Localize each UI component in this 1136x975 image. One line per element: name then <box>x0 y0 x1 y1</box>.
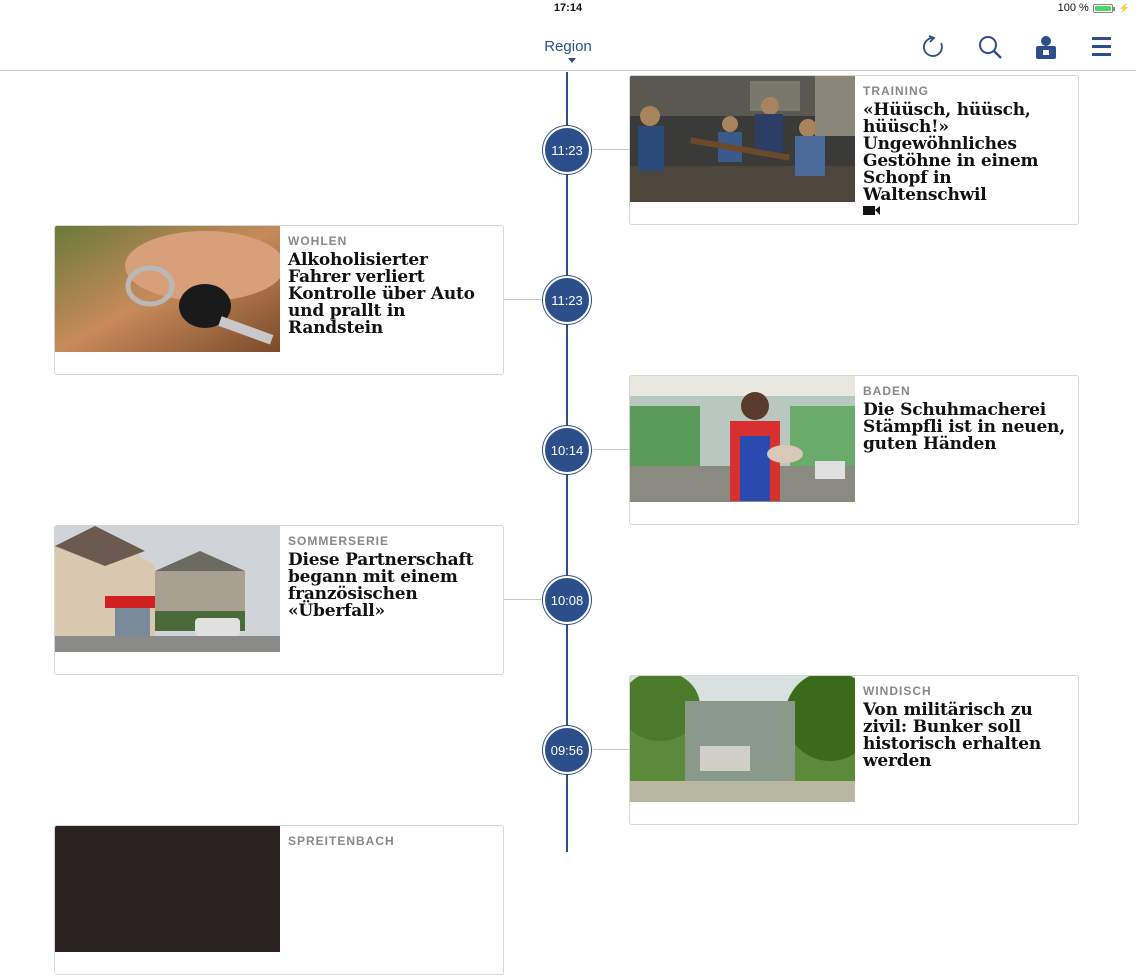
article-card[interactable]: WINDISCH Von militärisch zu zivil: Bunke… <box>629 675 1079 825</box>
video-icon <box>863 203 881 221</box>
charging-icon: ⚡ <box>1118 2 1130 13</box>
nav-bar: Region <box>0 18 1136 71</box>
article-card[interactable]: SPREITENBACH <box>54 825 504 975</box>
article-image <box>55 826 280 952</box>
time-marker: 10:08 <box>543 576 591 624</box>
article-category: SOMMERSERIE <box>288 534 390 548</box>
article-category: BADEN <box>863 384 911 398</box>
article-category: TRAINING <box>863 84 929 98</box>
region-selector[interactable]: Region <box>0 38 1136 55</box>
article-headline[interactable]: Die Schuhmacherei Stämpfli ist in neuen,… <box>863 402 1068 453</box>
article-card[interactable]: SOMMERSERIE Diese Partnerschaft begann m… <box>54 525 504 675</box>
battery-icon <box>1092 3 1115 13</box>
article-headline[interactable]: Diese Partnerschaft begann mit einem fra… <box>288 552 493 620</box>
time-marker: 10:14 <box>543 426 591 474</box>
refresh-icon[interactable] <box>920 34 946 60</box>
article-category: WINDISCH <box>863 684 932 698</box>
time-marker: 09:56 <box>543 726 591 774</box>
article-image <box>55 226 280 352</box>
user-icon[interactable] <box>1033 34 1059 60</box>
status-time: 17:14 <box>553 2 583 14</box>
battery-indicator: 100 % ⚡ <box>1058 2 1130 14</box>
battery-percent: 100 % <box>1057 2 1089 14</box>
article-image <box>630 676 855 802</box>
article-headline[interactable]: Von militärisch zu zivil: Bunker soll hi… <box>863 702 1068 770</box>
search-icon[interactable] <box>977 34 1003 60</box>
status-bar: 17:14 100 % ⚡ <box>0 0 1136 18</box>
time-marker: 11:23 <box>543 126 591 174</box>
article-card[interactable]: WOHLEN Alkoholisierter Fahrer verliert K… <box>54 225 504 375</box>
menu-icon[interactable] <box>1089 34 1115 60</box>
article-category: SPREITENBACH <box>288 834 395 848</box>
article-headline[interactable]: «Hüüsch, hüüsch, hüüsch!» Ungewöhnliches… <box>863 102 1068 204</box>
time-marker: 11:23 <box>543 276 591 324</box>
article-headline[interactable]: Alkoholisierter Fahrer verliert Kontroll… <box>288 252 493 337</box>
article-image <box>55 526 280 652</box>
article-image <box>630 76 855 202</box>
article-card[interactable]: BADEN Die Schuhmacherei Stämpfli ist in … <box>629 375 1079 525</box>
article-card[interactable]: TRAINING «Hüüsch, hüüsch, hüüsch!» Ungew… <box>629 75 1079 225</box>
article-category: WOHLEN <box>288 234 348 248</box>
article-image <box>630 376 855 502</box>
caret-down-icon[interactable] <box>568 58 576 63</box>
